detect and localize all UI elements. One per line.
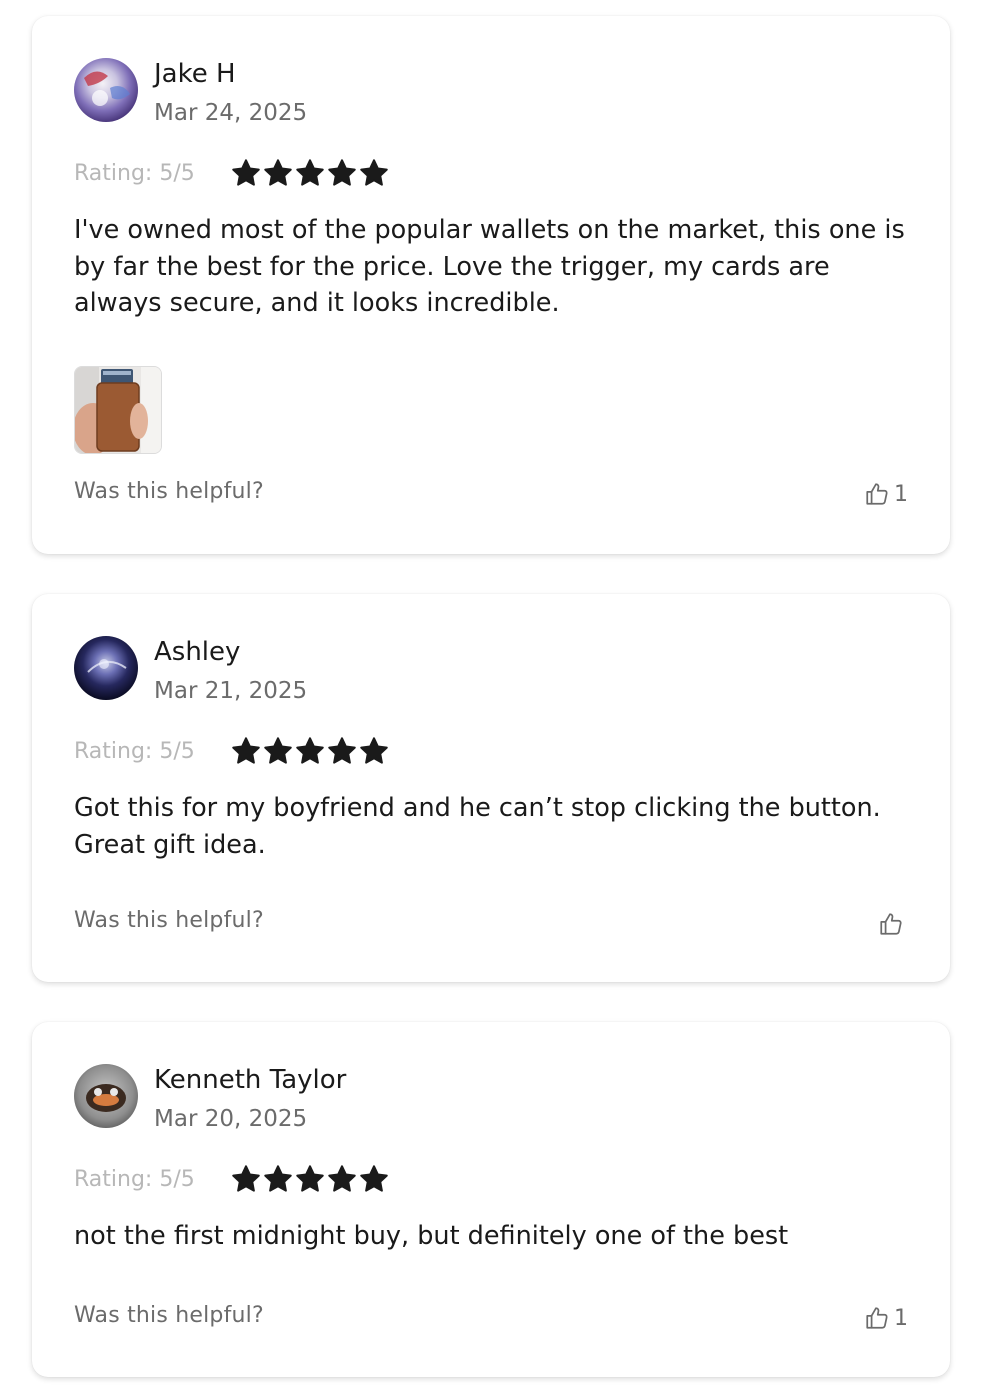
rating-label: Rating: 5/5 <box>74 738 195 764</box>
helpful-count: 1 <box>894 1305 908 1331</box>
star-icon <box>328 737 356 764</box>
review-text: Got this for my boyfriend and he can’t s… <box>74 793 881 860</box>
star-icon <box>232 159 260 186</box>
star-icon <box>232 737 260 764</box>
helpful-vote-button[interactable]: 1 <box>864 481 908 507</box>
star-icon <box>360 159 388 186</box>
rating-row: Rating: 5/5 <box>74 734 389 768</box>
helpful-prompt: Was this helpful? <box>74 908 264 933</box>
review-date: Mar 20, 2025 <box>154 1106 308 1132</box>
thumbs-up-icon <box>866 483 888 505</box>
rating-label: Rating: 5/5 <box>74 1166 195 1192</box>
star-icon <box>296 737 324 764</box>
review-date: Mar 24, 2025 <box>154 100 308 126</box>
avatar <box>74 636 138 700</box>
helpful-count: 1 <box>894 481 908 507</box>
reviewer-name: Ashley <box>154 637 241 667</box>
review-photo[interactable] <box>74 366 162 454</box>
star-icon <box>264 737 292 764</box>
star-icon <box>360 737 388 764</box>
thumbs-up-icon <box>866 1307 888 1329</box>
star-icon <box>328 1165 356 1192</box>
star-icon <box>360 1165 388 1192</box>
avatar <box>74 1064 138 1128</box>
rating-row: Rating: 5/5 <box>74 156 389 190</box>
star-icon <box>296 159 324 186</box>
helpful-prompt: Was this helpful? <box>74 1303 264 1328</box>
star-rating <box>231 736 389 766</box>
helpful-vote-button[interactable] <box>878 911 908 937</box>
rating-label: Rating: 5/5 <box>74 160 195 186</box>
star-rating <box>231 158 389 188</box>
star-icon <box>264 1165 292 1192</box>
star-icon <box>296 1165 324 1192</box>
review-text: I've owned most of the popular wallets o… <box>74 215 905 318</box>
reviewer-name: Kenneth Taylor <box>154 1065 347 1095</box>
star-icon <box>232 1165 260 1192</box>
star-rating <box>231 1164 389 1194</box>
review-text: not the first midnight buy, but definite… <box>74 1221 789 1251</box>
review-card: Jake H Mar 24, 2025 Rating: 5/5 I've own… <box>32 16 950 554</box>
review-card: Kenneth Taylor Mar 20, 2025 Rating: 5/5 … <box>32 1022 950 1377</box>
review-card: Ashley Mar 21, 2025 Rating: 5/5 Got this… <box>32 594 950 982</box>
thumbs-up-icon <box>880 913 902 935</box>
reviewer-name: Jake H <box>154 59 236 89</box>
review-date: Mar 21, 2025 <box>154 678 308 704</box>
helpful-prompt: Was this helpful? <box>74 479 264 504</box>
rating-row: Rating: 5/5 <box>74 1162 389 1196</box>
avatar <box>74 58 138 122</box>
star-icon <box>264 159 292 186</box>
helpful-vote-button[interactable]: 1 <box>864 1305 908 1331</box>
star-icon <box>328 159 356 186</box>
